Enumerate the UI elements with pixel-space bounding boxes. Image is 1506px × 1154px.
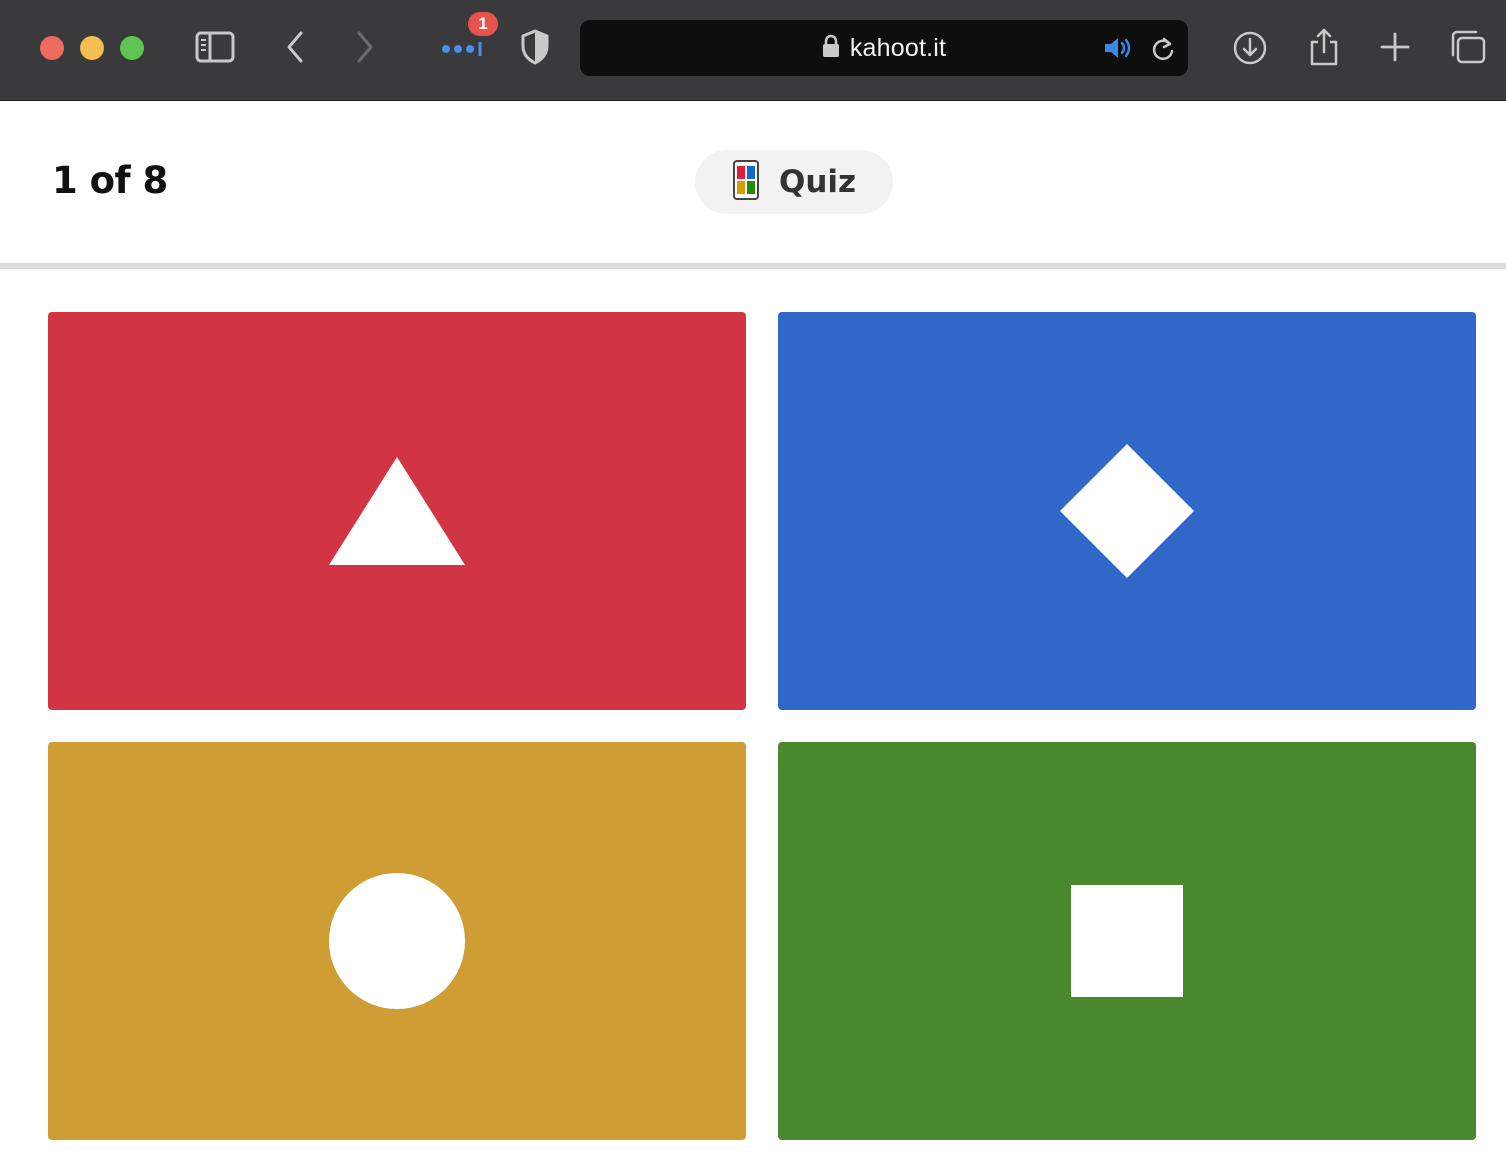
lock-icon <box>822 34 840 63</box>
window-close-button[interactable] <box>40 36 64 60</box>
speaker-audio-icon[interactable] <box>1102 36 1134 60</box>
window-minimize-button[interactable] <box>80 36 104 60</box>
game-type-label: Quiz <box>779 164 857 200</box>
diamond-icon <box>1060 444 1194 578</box>
answer-triangle-button[interactable] <box>48 312 746 710</box>
url-text: kahoot.it <box>849 33 947 62</box>
answer-square-button[interactable] <box>778 742 1476 1140</box>
quiz-icon <box>733 159 759 205</box>
triangle-icon <box>329 457 465 565</box>
share-icon[interactable] <box>1306 26 1342 68</box>
circle-icon <box>329 873 465 1009</box>
downloads-icon[interactable] <box>1232 30 1268 66</box>
back-icon[interactable] <box>280 28 310 66</box>
notification-badge: 1 <box>468 12 498 36</box>
game-header: 1 of 8 Quiz <box>0 101 1506 265</box>
answer-circle-button[interactable] <box>48 742 746 1140</box>
square-icon <box>1071 885 1183 997</box>
window-maximize-button[interactable] <box>120 36 144 60</box>
extension-icon[interactable] <box>440 38 484 60</box>
privacy-shield-icon[interactable] <box>518 28 552 66</box>
question-progress: 1 of 8 <box>52 159 168 202</box>
new-tab-icon[interactable] <box>1378 30 1412 64</box>
sidebar-toggle-icon[interactable] <box>194 28 236 66</box>
address-bar[interactable]: kahoot.it <box>580 20 1188 76</box>
browser-toolbar: 1 kahoot.it <box>0 0 1506 101</box>
forward-icon[interactable] <box>350 28 380 66</box>
answer-diamond-button[interactable] <box>778 312 1476 710</box>
header-divider <box>0 263 1506 269</box>
game-type-badge: Quiz <box>695 150 893 214</box>
reload-icon[interactable] <box>1150 35 1176 63</box>
tab-overview-icon[interactable] <box>1448 28 1488 66</box>
